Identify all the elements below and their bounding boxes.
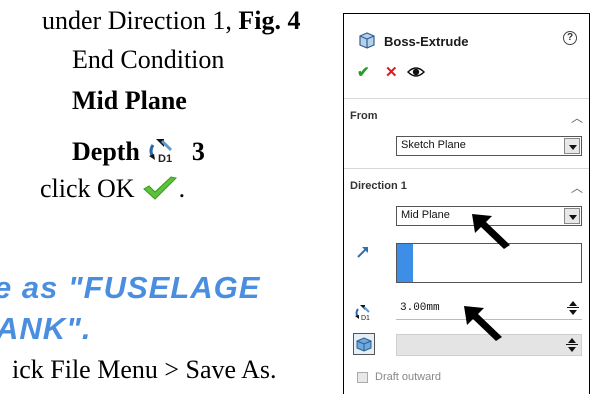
section-from-header[interactable]: From ︿ [344,110,589,130]
spin-arrows-icon [565,337,579,354]
instruction-direction: under Direction 1, Fig. 4 [42,6,301,35]
svg-text:D1: D1 [361,315,370,322]
save-instruction: ick File Menu > Save As. [12,355,277,384]
reverse-direction-arrow-icon[interactable] [355,244,371,260]
checkbox-icon[interactable] [357,372,368,383]
spin-arrows-icon[interactable] [566,300,580,317]
section-direction1-header[interactable]: Direction 1 ︿ [344,180,589,200]
divider [344,98,589,99]
end-condition-value: Mid Plane [401,209,450,221]
dropdown-arrow-icon[interactable] [564,208,580,224]
tutorial-text: under Direction 1, Fig. 4 End Condition … [0,0,340,394]
from-select[interactable]: Sketch Plane [396,136,582,156]
instruction-depth: Depth D1 3 [72,137,205,166]
instruction-end-condition-value: Mid Plane [72,86,187,115]
boss-extrude-icon [359,32,375,49]
depth-dimension-icon: D1 [355,305,370,322]
cancel-button[interactable]: ✕ [385,64,398,82]
property-manager-header: Boss-Extrude ? [344,14,589,54]
face-selection-icon [356,337,372,352]
preview-button[interactable] [406,64,426,85]
figure-reference: Fig. 4 [238,6,301,35]
section-from-label: From [350,110,378,122]
dropdown-arrow-icon[interactable] [564,138,580,154]
black-arrow-pointer-icon [464,306,502,341]
eye-icon [406,67,426,77]
svg-text:D1: D1 [158,153,172,165]
save-heading-line2: ANK". [0,311,92,346]
from-select-value: Sketch Plane [401,139,466,151]
save-heading-line1: e as "FUSELAGE [0,270,261,305]
face-selection-button[interactable] [353,333,375,355]
property-manager-title: Boss-Extrude [384,34,469,49]
ok-checkmark-icon [142,176,177,200]
depth-dimension-icon: D1 [148,139,172,165]
black-arrow-pointer-icon [472,214,510,249]
draft-outward-label: Draft outward [375,371,442,383]
chevron-up-icon[interactable]: ︿ [571,182,583,194]
instruction-end-condition-label: End Condition [72,45,225,74]
chevron-up-icon[interactable]: ︿ [571,112,583,124]
help-icon[interactable]: ? [563,31,577,45]
depth-input-value: 3.00mm [400,302,440,314]
section-direction1-label: Direction 1 [350,180,407,192]
ok-button[interactable]: ✔ [357,64,370,82]
selection-color-swatch [397,244,413,282]
instruction-click-ok: click OK . [40,174,186,203]
divider [344,168,589,169]
